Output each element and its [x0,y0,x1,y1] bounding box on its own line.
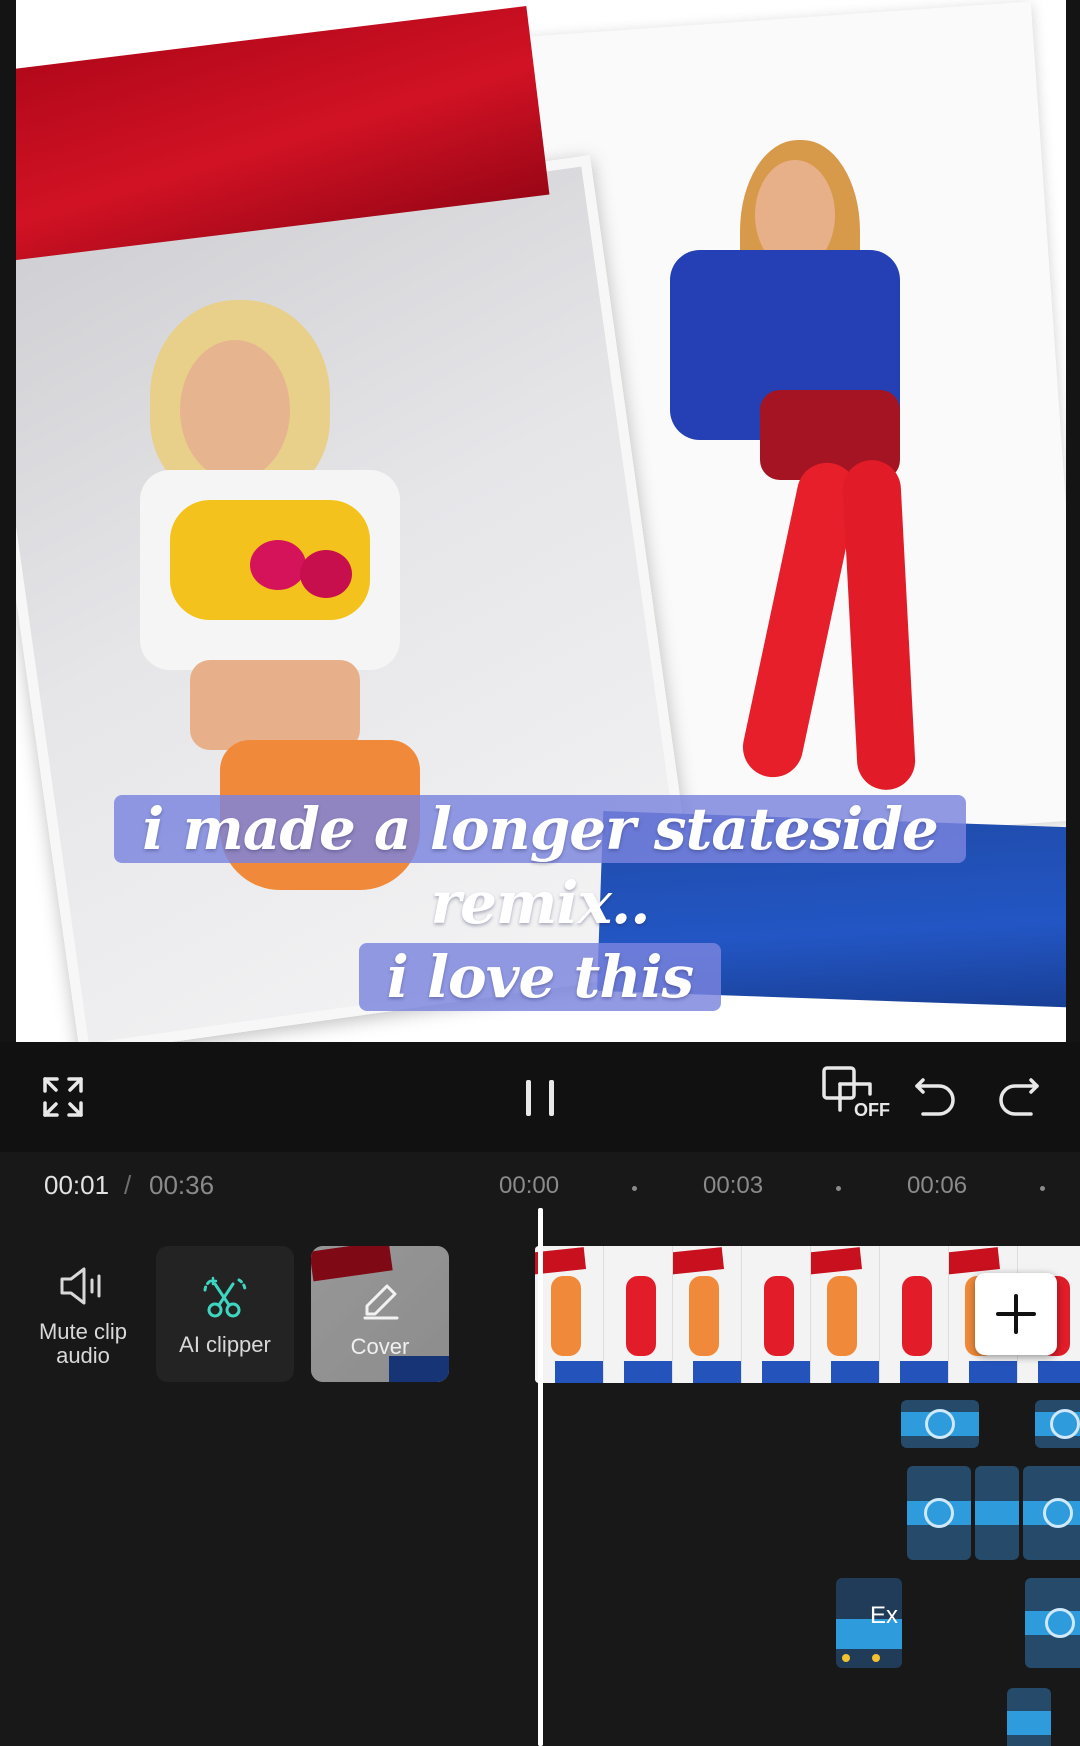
clip-thumbnail [742,1246,811,1383]
preview-right-edge [1066,0,1080,1042]
ai-clipper-button[interactable]: AI clipper [156,1246,294,1382]
playback-controls: OFF [0,1042,1080,1152]
caption-line-1: i made a longer stateside [114,795,966,863]
clip-thumbnail [811,1246,880,1383]
ruler-dot [1040,1186,1045,1191]
redo-icon [999,1078,1039,1116]
total-duration: 00:36 [149,1170,215,1200]
fullscreen-icon[interactable] [38,1072,88,1122]
caption-line-3: i love this [358,943,722,1011]
audio-clip[interactable] [1025,1578,1080,1668]
clip-thumbnail [604,1246,673,1383]
mute-label-line2: audio [56,1343,110,1368]
ruler-tick: 00:06 [907,1172,968,1199]
ruler-dot [836,1186,841,1191]
audio-clip[interactable] [1007,1688,1051,1746]
keyframe-off-label: OFF [854,1100,890,1120]
edit-pencil-icon [363,1284,399,1320]
ai-scissors-icon [203,1276,247,1318]
clip-thumbnail [673,1246,742,1383]
mute-label-line1: Mute clip [38,1319,128,1344]
caption-overlay[interactable]: i made a longer stateside remix.. i love… [0,792,1080,1014]
figure-right [650,140,950,800]
ai-clipper-label: AI clipper [179,1332,271,1357]
caption-line-2: remix.. [430,869,651,937]
preview-left-edge [0,0,16,1042]
ruler-dot [632,1186,637,1191]
cover-button[interactable]: Cover [311,1246,449,1382]
cover-label: Cover [350,1334,410,1359]
audio-clip[interactable] [1035,1400,1080,1448]
ruler-tick: 00:00 [499,1172,560,1199]
keyframe-off-button[interactable]: OFF [820,1064,890,1130]
audio-clip[interactable] [1023,1466,1080,1560]
audio-clip-label: Ex [870,1602,899,1629]
audio-clip[interactable]: Ex [836,1578,902,1668]
clip-thumbnail [535,1246,604,1383]
audio-clip[interactable] [901,1400,979,1448]
speaker-icon [60,1267,101,1305]
pause-button[interactable] [514,1072,566,1124]
undo-button[interactable] [912,1070,960,1120]
undo-icon [915,1078,955,1116]
current-time: 00:01 [44,1170,110,1200]
add-clip-button[interactable] [975,1273,1057,1355]
mute-clip-audio-button[interactable]: Mute clip audio [20,1264,146,1384]
redo-button[interactable] [994,1070,1042,1120]
plus-icon [996,1294,1036,1334]
clip-thumbnail [880,1246,949,1383]
time-separator: / [124,1170,132,1200]
audio-clip[interactable] [907,1466,971,1560]
video-preview[interactable]: i made a longer stateside remix.. i love… [0,0,1080,1042]
audio-clip[interactable] [975,1466,1019,1560]
ruler-tick: 00:03 [703,1172,764,1199]
pause-icon [526,1080,554,1116]
playhead[interactable] [538,1208,543,1746]
